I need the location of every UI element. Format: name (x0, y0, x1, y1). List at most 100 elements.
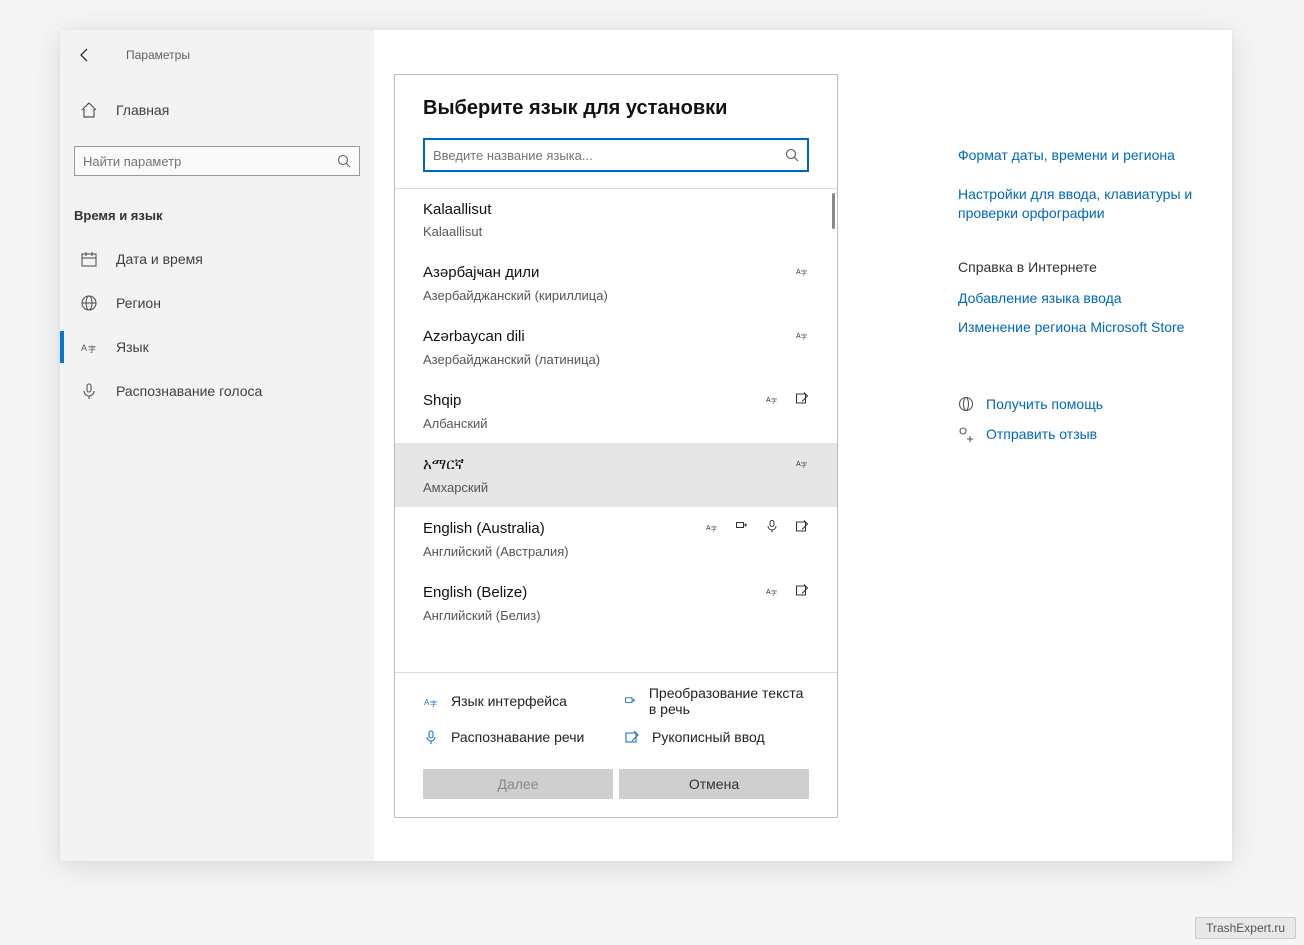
language-translated-name: Английский (Австралия) (423, 544, 809, 559)
feedback-row[interactable]: Отправить отзыв (958, 426, 1198, 442)
search-icon (785, 148, 799, 162)
link-change-store-region[interactable]: Изменение региона Microsoft Store (958, 318, 1198, 337)
language-feature-icons: A字 (765, 583, 809, 602)
sidebar-item-date-time[interactable]: Дата и время (74, 237, 360, 281)
svg-text:字: 字 (801, 269, 807, 277)
svg-text:字: 字 (801, 461, 807, 469)
tts-icon (735, 519, 749, 538)
dialog-buttons: Далее Отмена (395, 757, 837, 817)
handwriting-icon (624, 729, 640, 745)
globe-icon (80, 294, 98, 312)
sidebar-item-language[interactable]: A字 Язык (74, 325, 360, 369)
language-native-name: Azərbaycan dili (423, 328, 795, 345)
help-section-label: Справка в Интернете (958, 259, 1198, 275)
feedback-icon (958, 426, 974, 442)
feedback-label: Отправить отзыв (986, 426, 1097, 442)
language-native-name: Shqip (423, 392, 765, 409)
watermark: TrashExpert.ru (1195, 917, 1296, 939)
sidebar: Параметры Главная Время и язык Дата и вр… (60, 30, 374, 861)
language-feature-icons: A字 (765, 391, 809, 410)
language-list[interactable]: KalaallisutKalaallisutАзәрбајҹан дилиA字А… (395, 188, 837, 673)
sidebar-item-region[interactable]: Регион (74, 281, 360, 325)
help-icon (958, 396, 974, 412)
language-native-name: English (Australia) (423, 520, 705, 537)
link-date-format[interactable]: Формат даты, времени и региона (958, 146, 1198, 165)
language-item[interactable]: ShqipA字 Албанский (395, 379, 837, 443)
related-links: Формат даты, времени и региона Настройки… (958, 146, 1198, 456)
svg-text:字: 字 (771, 397, 777, 405)
link-add-input-lang[interactable]: Добавление языка ввода (958, 289, 1198, 308)
get-help-label: Получить помощь (986, 396, 1103, 412)
display-icon: A字 (423, 693, 439, 709)
handwriting-icon (795, 519, 809, 538)
language-native-name: English (Belize) (423, 584, 765, 601)
svg-text:字: 字 (88, 344, 96, 354)
language-item[interactable]: Azərbaycan diliA字 Азербайджанский (латини… (395, 315, 837, 379)
language-feature-icons: A字 (795, 263, 809, 282)
search-box[interactable] (74, 146, 360, 176)
sidebar-item-speech[interactable]: Распознавание голоса (74, 369, 360, 413)
language-translated-name: Kalaallisut (423, 224, 809, 239)
next-button[interactable]: Далее (423, 769, 613, 799)
display-icon: A字 (765, 391, 779, 410)
legend-display: A字 Язык интерфейса (423, 685, 608, 717)
window-title: Параметры (126, 48, 190, 62)
language-translated-name: Албанский (423, 416, 809, 431)
sidebar-home-label: Главная (116, 102, 169, 118)
language-item[interactable]: Kalaallisut Kalaallisut (395, 189, 837, 251)
handwriting-icon (795, 583, 809, 602)
calendar-icon (80, 250, 98, 268)
svg-text:字: 字 (771, 589, 777, 597)
sidebar-item-label: Регион (116, 295, 161, 311)
search-icon (337, 154, 351, 168)
language-translated-name: Азербайджанский (латиница) (423, 352, 809, 367)
link-input-settings[interactable]: Настройки для ввода, клавиатуры и провер… (958, 185, 1198, 223)
mic-icon (80, 382, 98, 400)
language-feature-icons: A字 (705, 519, 809, 538)
display-icon: A字 (795, 455, 809, 474)
language-translated-name: Амхарский (423, 480, 809, 495)
language-item[interactable]: English (Australia)A字 Английский (Австрал… (395, 507, 837, 571)
svg-text:字: 字 (801, 333, 807, 341)
language-feature-icons: A字 (795, 327, 809, 346)
sidebar-home[interactable]: Главная (74, 88, 360, 132)
language-search-input[interactable] (433, 148, 785, 163)
svg-text:字: 字 (711, 525, 717, 533)
dialog-title: Выберите язык для установки (423, 97, 809, 120)
legend-handwriting: Рукописный ввод (624, 729, 809, 745)
display-icon: A字 (795, 263, 809, 282)
display-icon: A字 (795, 327, 809, 346)
back-icon[interactable] (76, 46, 94, 64)
display-icon: A字 (705, 519, 719, 538)
search-input[interactable] (83, 154, 337, 169)
sidebar-category: Время и язык (60, 186, 374, 229)
language-search[interactable] (423, 138, 809, 172)
language-item[interactable]: English (Belize)A字 Английский (Белиз) (395, 571, 837, 635)
settings-window: Параметры Главная Время и язык Дата и вр… (60, 30, 1232, 861)
add-language-dialog: Выберите язык для установки KalaallisutK… (394, 74, 838, 818)
speech-icon (423, 729, 439, 745)
home-icon (80, 101, 98, 119)
language-native-name: Азәрбајҹан дили (423, 264, 795, 281)
handwriting-icon (795, 391, 809, 410)
display-icon: A字 (765, 583, 779, 602)
language-native-name: አማርኛ (423, 456, 795, 473)
sidebar-item-label: Дата и время (116, 251, 203, 267)
tts-icon (624, 693, 637, 709)
language-translated-name: Английский (Белиз) (423, 608, 809, 623)
cancel-button[interactable]: Отмена (619, 769, 809, 799)
legend-speech: Распознавание речи (423, 729, 608, 745)
legend-tts: Преобразование текста в речь (624, 685, 809, 717)
language-icon: A字 (80, 338, 98, 356)
feature-legend: A字 Язык интерфейса Преобразование текста… (395, 673, 837, 757)
get-help-row[interactable]: Получить помощь (958, 396, 1198, 412)
language-native-name: Kalaallisut (423, 201, 809, 218)
speech-icon (765, 519, 779, 538)
language-translated-name: Азербайджанский (кириллица) (423, 288, 809, 303)
language-feature-icons: A字 (795, 455, 809, 474)
svg-text:字: 字 (430, 699, 437, 708)
scrollbar-thumb[interactable] (832, 193, 835, 229)
svg-text:A: A (81, 343, 87, 353)
language-item[interactable]: አማርኛA字 Амхарский (395, 443, 837, 507)
language-item[interactable]: Азәрбајҹан дилиA字 Азербайджанский (кирилл… (395, 251, 837, 315)
